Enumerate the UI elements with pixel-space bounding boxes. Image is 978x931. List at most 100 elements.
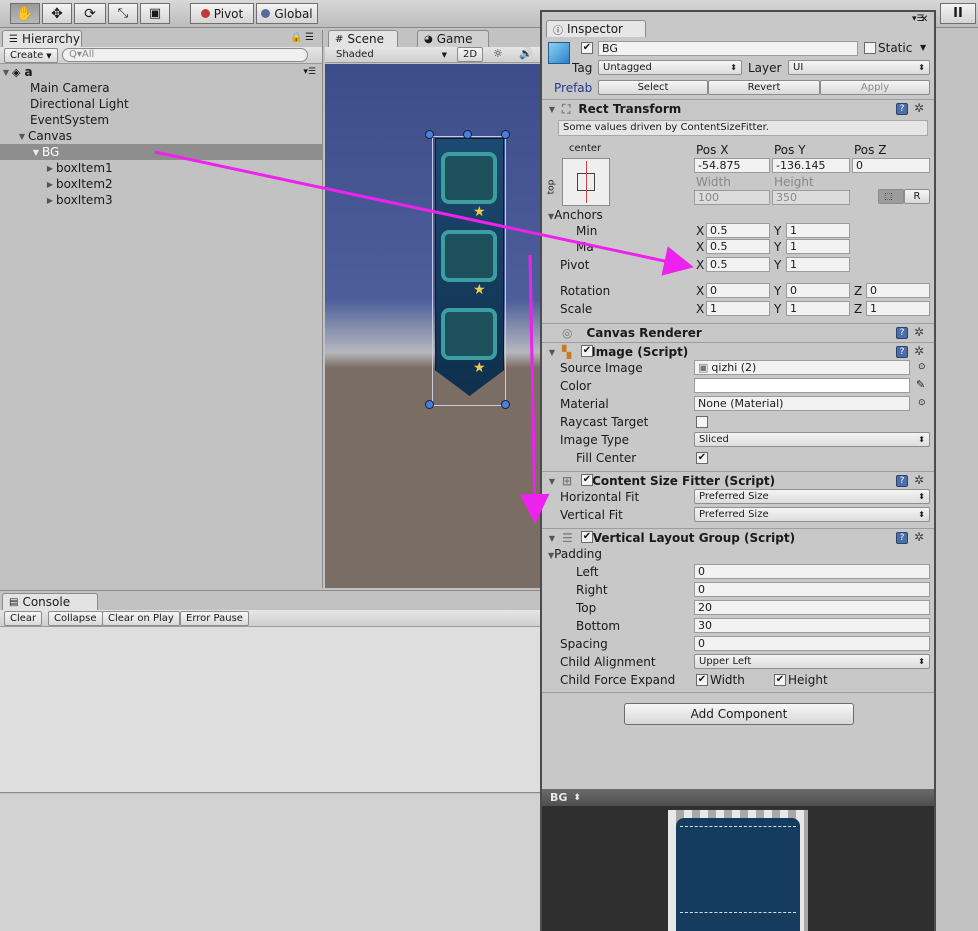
static-checkbox[interactable] <box>864 42 876 54</box>
hand-tool-button[interactable]: ✋ <box>10 3 40 24</box>
global-toggle[interactable]: Global <box>256 3 318 24</box>
vertical-layout-group-header[interactable]: ▼ ☰ Vertical Layout Group (Script) <box>542 528 934 547</box>
tag-dropdown[interactable]: Untagged ⬍ <box>598 60 742 75</box>
panel-menu-icon[interactable]: ☰ <box>305 32 314 43</box>
sun-icon[interactable]: ☼ <box>493 47 503 60</box>
rotation-y-field[interactable]: 0 <box>786 283 850 298</box>
active-checkbox[interactable]: ✔ <box>581 42 593 54</box>
rect-tool-button[interactable]: ▣ <box>140 3 170 24</box>
raycast-checkbox[interactable] <box>696 416 708 428</box>
static-dropdown-icon[interactable]: ▼ <box>920 43 926 52</box>
child-alignment-dropdown[interactable]: Upper Left ⬍ <box>694 654 930 669</box>
hierarchy-item-boxitem1[interactable]: ▶ boxItem1 <box>44 160 113 176</box>
raw-edit-button[interactable]: R <box>904 189 930 204</box>
rotation-z-field[interactable]: 0 <box>866 283 930 298</box>
scale-y-field[interactable]: 1 <box>786 301 850 316</box>
padding-top-field[interactable]: 20 <box>694 600 930 615</box>
expand-height-checkbox[interactable]: ✔ <box>774 674 786 686</box>
pivot-y-field[interactable]: 1 <box>786 257 850 272</box>
inspector-tab[interactable]: ⓘ Inspector <box>546 20 646 37</box>
rect-transform-header[interactable]: ▼ ⛶ Rect Transform <box>542 99 934 118</box>
horizontal-fit-dropdown[interactable]: Preferred Size ⬍ <box>694 489 930 504</box>
pause-button[interactable]: II <box>940 3 976 24</box>
help-icon[interactable]: ? <box>896 475 908 487</box>
padding-bottom-field[interactable]: 30 <box>694 618 930 633</box>
preview-header[interactable]: BG ⬍ <box>542 789 934 806</box>
object-picker-icon[interactable]: ⊙ <box>918 398 926 408</box>
help-icon[interactable]: ? <box>896 346 908 358</box>
hierarchy-item-bg[interactable]: ▼ BG <box>0 144 322 160</box>
pivot-toggle[interactable]: Pivot <box>190 3 254 24</box>
gear-icon[interactable]: ✲ <box>914 325 924 339</box>
console-log-area[interactable] <box>0 627 540 793</box>
image-type-dropdown[interactable]: Sliced ⬍ <box>694 432 930 447</box>
hierarchy-item-canvas[interactable]: ▼ Canvas <box>16 128 72 144</box>
scene-viewport[interactable]: ★ ★ ★ <box>325 64 540 588</box>
console-clear-on-play-button[interactable]: Clear on Play <box>102 611 180 626</box>
object-name-field[interactable]: BG <box>598 41 858 56</box>
audio-icon[interactable]: 🔊 <box>519 47 533 60</box>
scale-x-field[interactable]: 1 <box>706 301 770 316</box>
content-size-fitter-header[interactable]: ▼ ⊞ Content Size Fitter (Script) <box>542 471 934 490</box>
color-field[interactable] <box>694 378 910 393</box>
eyedropper-icon[interactable]: ✎ <box>916 378 925 391</box>
pivot-x-field[interactable]: 0.5 <box>706 257 770 272</box>
game-tab[interactable]: ◕ Game <box>417 30 489 47</box>
console-error-pause-button[interactable]: Error Pause <box>180 611 249 626</box>
anchor-max-x-field[interactable]: 0.5 <box>706 239 770 254</box>
padding-left-field[interactable]: 0 <box>694 564 930 579</box>
scale-z-field[interactable]: 1 <box>866 301 930 316</box>
rotate-tool-button[interactable]: ⟳ <box>74 3 106 24</box>
close-icon[interactable]: ✕ <box>920 14 928 25</box>
hierarchy-item-main-camera[interactable]: Main Camera <box>30 80 110 96</box>
rotation-x-field[interactable]: 0 <box>706 283 770 298</box>
expand-width-checkbox[interactable]: ✔ <box>696 674 708 686</box>
lock-icon[interactable]: 🔒 <box>290 32 302 43</box>
object-picker-icon[interactable]: ⊙ <box>918 362 926 372</box>
hierarchy-item-boxitem3[interactable]: ▶ boxItem3 <box>44 192 113 208</box>
source-image-field[interactable]: ▣ qizhi (2) <box>694 360 910 375</box>
csf-enabled-checkbox[interactable]: ✔ <box>581 474 593 486</box>
gear-icon[interactable]: ✲ <box>914 101 924 115</box>
padding-foldout[interactable]: ▼Padding <box>548 547 602 561</box>
help-icon[interactable]: ? <box>896 327 908 339</box>
gear-icon[interactable]: ✲ <box>914 344 924 358</box>
rect-handle[interactable] <box>425 130 434 139</box>
scene-menu-icon[interactable]: ▾☰ <box>303 67 316 77</box>
anchor-max-y-field[interactable]: 1 <box>786 239 850 254</box>
padding-right-field[interactable]: 0 <box>694 582 930 597</box>
rect-handle[interactable] <box>501 130 510 139</box>
scene-tab[interactable]: # Scene <box>328 30 398 47</box>
rect-handle[interactable] <box>425 400 434 409</box>
anchor-min-y-field[interactable]: 1 <box>786 223 850 238</box>
posx-field[interactable]: -54.875 <box>694 158 770 173</box>
move-tool-button[interactable]: ✥ <box>42 3 72 24</box>
canvas-renderer-header[interactable]: ◎ Canvas Renderer <box>542 323 934 342</box>
prefab-select-button[interactable]: Select <box>598 80 708 95</box>
hierarchy-tab[interactable]: ☰ Hierarchy <box>2 30 82 47</box>
add-component-button[interactable]: Add Component <box>624 703 854 725</box>
hierarchy-item-eventsystem[interactable]: EventSystem <box>30 112 109 128</box>
spacing-field[interactable]: 0 <box>694 636 930 651</box>
vertical-fit-dropdown[interactable]: Preferred Size ⬍ <box>694 507 930 522</box>
rect-handle[interactable] <box>501 400 510 409</box>
anchor-presets-button[interactable] <box>562 158 610 206</box>
create-dropdown[interactable]: Create ▼ <box>4 48 58 63</box>
vlg-enabled-checkbox[interactable]: ✔ <box>581 531 593 543</box>
prefab-apply-button[interactable]: Apply <box>820 80 930 95</box>
fill-center-checkbox[interactable]: ✔ <box>696 452 708 464</box>
image-header[interactable]: ▼ ▚ Image (Script) <box>542 342 934 361</box>
shading-dropdown[interactable]: Shaded ▼ <box>331 47 449 62</box>
posz-field[interactable]: 0 <box>852 158 930 173</box>
console-detail-area[interactable] <box>0 794 540 931</box>
help-icon[interactable]: ? <box>896 103 908 115</box>
anchor-min-x-field[interactable]: 0.5 <box>706 223 770 238</box>
console-tab[interactable]: ▤ Console <box>2 593 98 610</box>
scene-root-row[interactable]: ▼ ◈ a ▾☰ <box>0 64 322 80</box>
posy-field[interactable]: -136.145 <box>772 158 850 173</box>
scale-tool-button[interactable]: ⤡ <box>108 3 138 24</box>
image-enabled-checkbox[interactable]: ✔ <box>581 345 593 357</box>
prefab-revert-button[interactable]: Revert <box>708 80 820 95</box>
material-field[interactable]: None (Material) <box>694 396 910 411</box>
pivot-handle[interactable] <box>463 130 472 139</box>
